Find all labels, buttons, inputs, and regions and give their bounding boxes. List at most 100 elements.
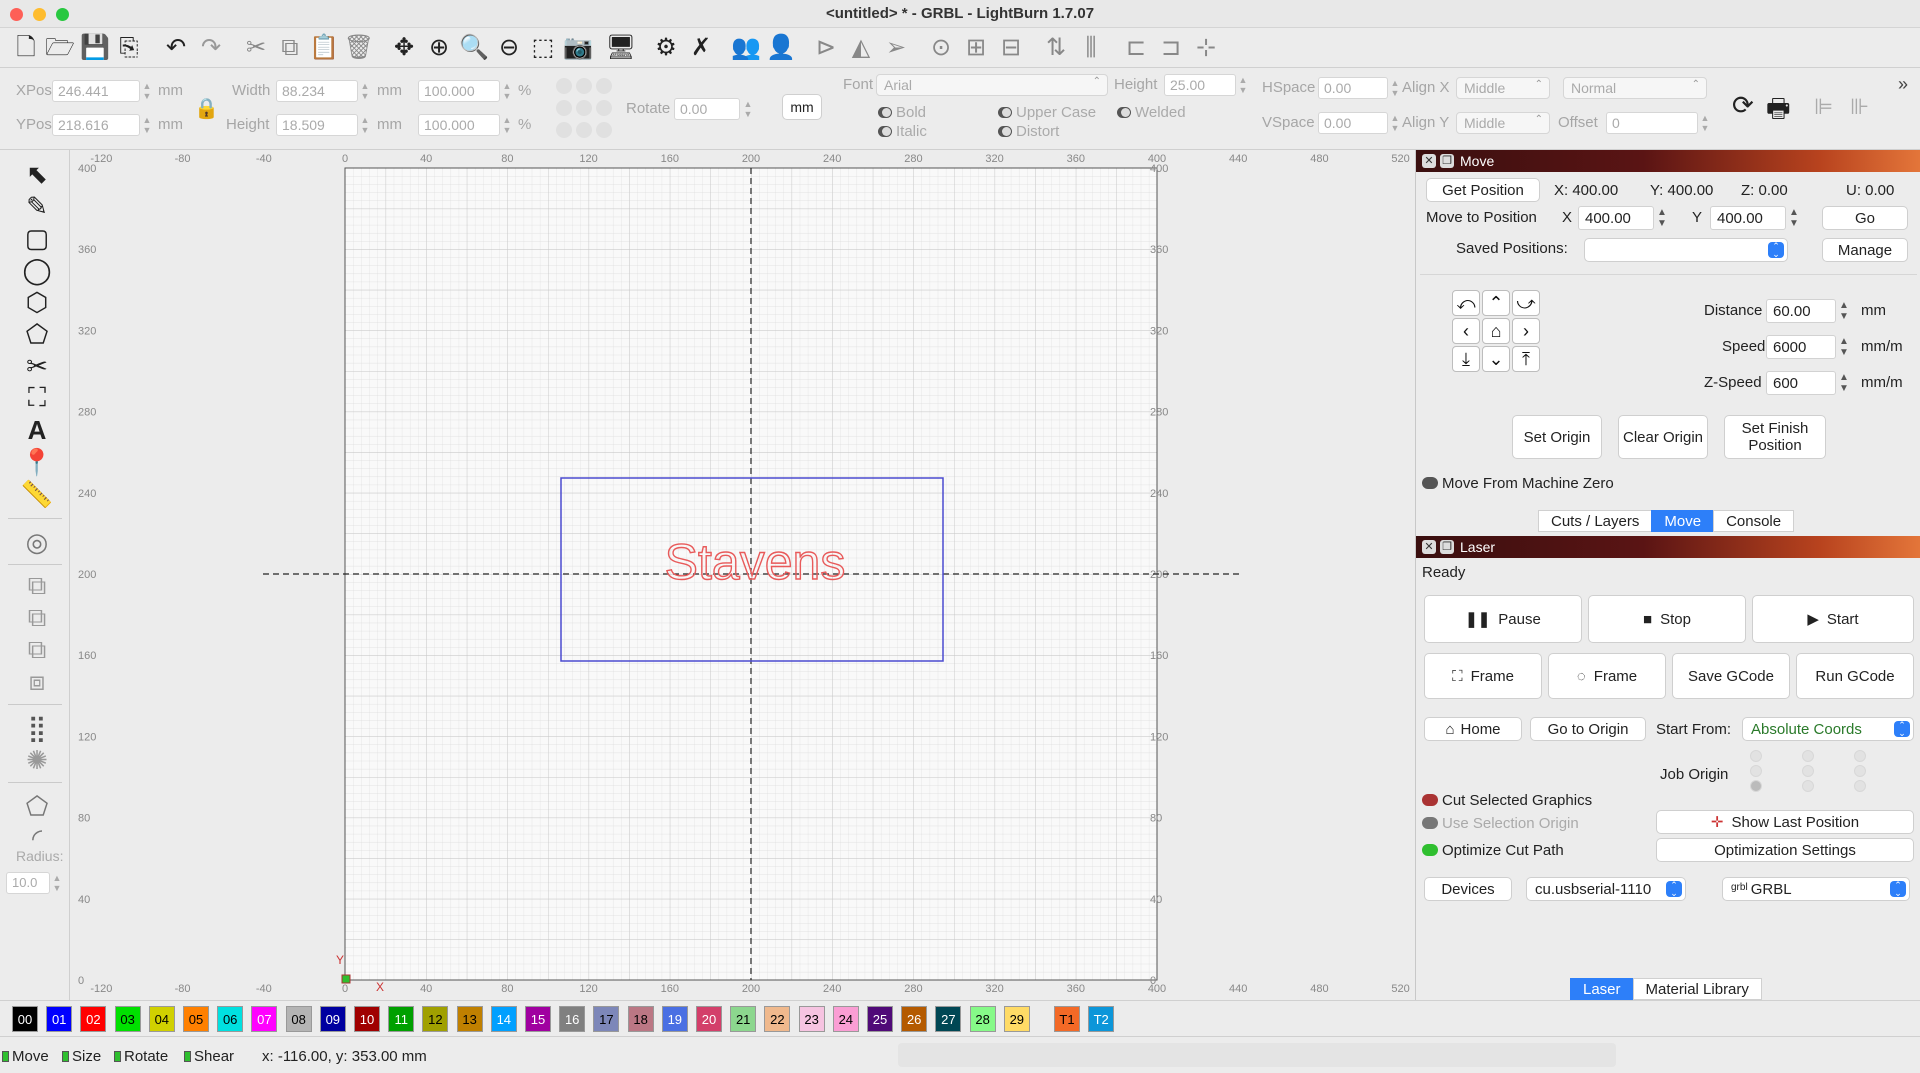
jog-z-down-icon[interactable]: ⤓	[1452, 346, 1480, 372]
layer-swatch-09[interactable]: 09	[319, 1006, 346, 1032]
redo-icon[interactable]: ↷	[195, 32, 227, 64]
layer-swatch-15[interactable]: 15	[525, 1006, 551, 1032]
layer-swatch-11[interactable]: 11	[388, 1006, 415, 1032]
port-select[interactable]: cu.usbserial-1110 ⌃ ⌄	[1526, 877, 1686, 901]
speed-input[interactable]: 6000	[1766, 335, 1836, 359]
save-gcode-button[interactable]: Save GCode	[1672, 653, 1790, 699]
mirror-icon[interactable]: ◭	[845, 32, 877, 64]
upper-case-toggle[interactable]: Upper Case	[998, 104, 1096, 121]
height-percent-stepper[interactable]: ▲ ▼	[502, 115, 512, 135]
dock-left-icon[interactable]: ⊏	[1120, 32, 1152, 64]
ypos-stepper[interactable]: ▲ ▼	[142, 115, 152, 135]
radius-stepper[interactable]: ▲ ▼	[52, 873, 62, 893]
go-button[interactable]: Go	[1822, 206, 1908, 230]
layer-swatch-24[interactable]: 24	[832, 1006, 859, 1032]
xpos-stepper[interactable]: ▲ ▼	[142, 81, 152, 101]
welded-toggle[interactable]: Welded	[1117, 104, 1186, 121]
layer-swatch-22[interactable]: 22	[764, 1006, 791, 1032]
layer-swatch-28[interactable]: 28	[969, 1006, 996, 1032]
distance-input[interactable]: 60.00	[1766, 299, 1836, 323]
jog-right-icon[interactable]: ›	[1512, 318, 1540, 344]
boolean-intersect-icon[interactable]: ⧉	[22, 634, 52, 664]
move-y-input[interactable]: 400.00	[1710, 206, 1786, 230]
layer-swatch-10[interactable]: 10	[354, 1006, 380, 1032]
vspace-input[interactable]: 0.00	[1318, 112, 1388, 134]
jog-left-icon[interactable]: ‹	[1452, 318, 1480, 344]
offset-input[interactable]: 0	[1606, 112, 1698, 134]
zoom-frame-icon[interactable]: ⬚	[527, 32, 559, 64]
zoom-out-icon[interactable]: ⊖	[493, 32, 525, 64]
distance-stepper[interactable]: ▲ ▼	[1838, 300, 1850, 322]
width-input[interactable]: 88.234	[276, 80, 358, 102]
new-file-icon[interactable]: 🗋	[10, 32, 42, 64]
position-laser-icon[interactable]: 📍	[21, 447, 53, 477]
jog-rotate-ccw-icon[interactable]: ⤺	[1452, 290, 1480, 316]
tab-material-library[interactable]: Material Library	[1632, 978, 1762, 1000]
bold-toggle[interactable]: Bold	[878, 104, 926, 121]
tab-laser[interactable]: Laser	[1570, 978, 1634, 1000]
hspace-stepper[interactable]: ▲ ▼	[1390, 78, 1400, 98]
open-file-icon[interactable]: 🗁	[44, 32, 76, 64]
ellipse-tool-icon[interactable]: ◯	[22, 255, 52, 285]
move-y-stepper[interactable]: ▲ ▼	[1788, 207, 1800, 229]
push-right-icon[interactable]: ⊪	[1850, 94, 1869, 120]
push-left-icon[interactable]: ⊫	[1814, 94, 1833, 120]
circular-array-icon[interactable]: ✺	[22, 745, 52, 775]
stop-button[interactable]: ■ Stop	[1588, 595, 1746, 643]
jog-up-icon[interactable]: ⌃	[1482, 290, 1510, 316]
weld-icon[interactable]: ⧈	[22, 666, 52, 696]
tab-cuts-layers[interactable]: Cuts / Layers	[1538, 510, 1653, 532]
tab-console[interactable]: Console	[1713, 510, 1795, 532]
font-select[interactable]: Arial	[876, 74, 1108, 96]
layer-swatch-21[interactable]: 21	[730, 1006, 757, 1032]
printer-icon[interactable]: 🖶	[1766, 90, 1791, 134]
rotary-icon[interactable]: ⟳	[1732, 90, 1754, 121]
layer-swatch-19[interactable]: 19	[661, 1006, 688, 1032]
home-button[interactable]: ⌂ Home	[1424, 717, 1522, 741]
copy-icon[interactable]: ⧉	[274, 32, 306, 64]
align-x-select[interactable]: Middle	[1456, 77, 1550, 99]
get-position-button[interactable]: Get Position	[1426, 178, 1540, 202]
italic-toggle[interactable]: Italic	[878, 123, 927, 140]
user-group-icon[interactable]: 👥	[730, 32, 762, 64]
ypos-input[interactable]: 218.616	[52, 114, 140, 136]
polygon-tool-icon[interactable]: ⬡	[22, 287, 52, 317]
frame-rect-button[interactable]: ⛶ Frame	[1424, 653, 1542, 699]
align-y-select[interactable]: Middle	[1456, 112, 1550, 134]
move-x-stepper[interactable]: ▲ ▼	[1656, 207, 1668, 229]
distribute-icon[interactable]: ⊞	[960, 32, 992, 64]
rotate-stepper[interactable]: ▲ ▼	[743, 99, 753, 119]
layer-swatch-t1[interactable]: T1	[1054, 1006, 1080, 1032]
set-finish-position-button[interactable]: Set Finish Position	[1724, 415, 1826, 459]
user-icon[interactable]: 👤	[765, 32, 797, 64]
text-tool-icon[interactable]: A	[22, 415, 52, 445]
layer-swatch-20[interactable]: 20	[696, 1006, 722, 1032]
set-origin-button[interactable]: Set Origin	[1512, 415, 1602, 459]
manage-button[interactable]: Manage	[1822, 238, 1908, 262]
jog-down-icon[interactable]: ⌄	[1482, 346, 1510, 372]
layer-swatch-27[interactable]: 27	[935, 1006, 962, 1032]
run-gcode-button[interactable]: Run GCode	[1796, 653, 1914, 699]
layer-swatch-25[interactable]: 25	[867, 1006, 893, 1032]
optimization-settings-button[interactable]: Optimization Settings	[1656, 838, 1914, 862]
design-canvas[interactable]: -120 -80 -40 0 40 80 120 160 200 240 280 320 360 400 4…	[70, 150, 1415, 1000]
text-style-select[interactable]: Normal	[1563, 77, 1707, 99]
layer-swatch-26[interactable]: 26	[901, 1006, 928, 1032]
width-percent-stepper[interactable]: ▲ ▼	[502, 81, 512, 101]
align-horizontal-icon[interactable]: ⊳	[810, 32, 842, 64]
height-percent-input[interactable]: 100.000	[418, 114, 500, 136]
layer-swatch-29[interactable]: 29	[1003, 1006, 1030, 1032]
device-select[interactable]: grbl GRBL ⌃ ⌄	[1722, 877, 1910, 901]
devices-button[interactable]: Devices	[1424, 877, 1512, 901]
trim-tool-icon[interactable]: ✂	[22, 351, 52, 381]
start-from-select[interactable]: Absolute Coords ⌃ ⌄	[1742, 717, 1914, 741]
layer-swatch-03[interactable]: 03	[114, 1006, 141, 1032]
zoom-to-page-icon[interactable]: ⊕	[423, 32, 455, 64]
font-height-input[interactable]: 25.00	[1164, 74, 1236, 96]
settings-icon[interactable]: ⚙	[650, 32, 682, 64]
distort-toggle[interactable]: Distort	[998, 123, 1059, 140]
layer-swatch-05[interactable]: 05	[183, 1006, 209, 1032]
layer-swatch-16[interactable]: 16	[559, 1006, 586, 1032]
laser-panel-close-icon[interactable]: ✕	[1422, 540, 1436, 554]
corner-tool-icon[interactable]: ⬠	[22, 791, 52, 821]
